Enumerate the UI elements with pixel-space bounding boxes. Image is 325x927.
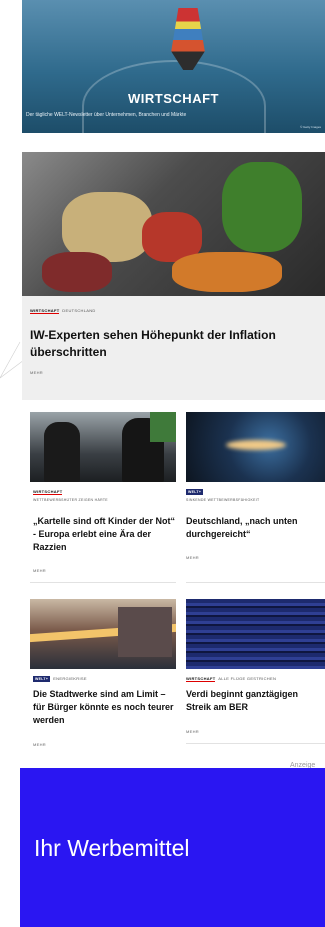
article-kicker[interactable]: WIRTSCHAFT ALLE FLÜGE GESTRICHEN: [186, 676, 277, 682]
kicker-topic: ALLE FLÜGE GESTRICHEN: [218, 676, 277, 681]
article-kicker[interactable]: WELT+: [186, 489, 206, 495]
article-image[interactable]: [186, 412, 325, 482]
banner-title: WIRTSCHAFT: [128, 91, 219, 106]
article-title[interactable]: Die Stadtwerke sind am Limit – für Bürge…: [33, 688, 179, 727]
welt-plus-badge: WELT+: [186, 489, 204, 495]
hero-article-title[interactable]: IW-Experten sehen Höhepunkt der Inflatio…: [30, 327, 315, 361]
article-title[interactable]: „Kartelle sind oft Kinder der Not“ - Eur…: [33, 515, 179, 554]
article-more-link[interactable]: MEHR: [33, 742, 46, 747]
kicker-topic: ENERGIEKRISE: [53, 676, 87, 681]
article-kicker[interactable]: WELT+ ENERGIEKRISE: [33, 676, 87, 682]
hero-kicker[interactable]: WIRTSCHAFT DEUTSCHLAND: [30, 308, 96, 314]
newsletter-page: WIRTSCHAFT Der tägliche WELT-Newsletter …: [0, 0, 325, 927]
article-image[interactable]: [186, 599, 325, 669]
ad-text: Ihr Werbemittel: [34, 835, 190, 861]
article-image[interactable]: [30, 412, 176, 482]
article-more-link[interactable]: MEHR: [33, 568, 46, 573]
hero-more-link[interactable]: MEHR: [30, 370, 43, 375]
kicker-section: WIRTSCHAFT: [33, 489, 63, 495]
article-kicker[interactable]: WIRTSCHAFT: [33, 489, 63, 495]
banner-subtitle: Der tägliche WELT-Newsletter über Untern…: [26, 112, 187, 118]
divider: [186, 743, 325, 744]
hero-article-image[interactable]: [22, 152, 325, 296]
image-credit: © Getty Images: [300, 125, 321, 129]
article-more-link[interactable]: MEHR: [186, 555, 199, 560]
divider: [30, 582, 176, 583]
welt-plus-badge: WELT+: [33, 676, 51, 682]
article-title[interactable]: Verdi beginnt ganztägigen Streik am BER: [186, 688, 325, 714]
kicker-section: WIRTSCHAFT: [186, 676, 216, 682]
divider: [186, 582, 325, 583]
article-topic: WETTBEWERBSHÜTER ZEIGEN HÄRTE: [33, 498, 108, 502]
article-topic: SINKENDE WETTBEWERBSFÄHIGKEIT: [186, 498, 260, 502]
article-title[interactable]: Deutschland, „nach unten durchgereicht“: [186, 515, 325, 541]
newsletter-banner[interactable]: WIRTSCHAFT Der tägliche WELT-Newsletter …: [22, 0, 325, 133]
kicker-topic: DEUTSCHLAND: [62, 308, 96, 313]
kicker-section: WIRTSCHAFT: [30, 308, 60, 314]
article-more-link[interactable]: MEHR: [186, 729, 199, 734]
article-image[interactable]: [30, 599, 176, 669]
